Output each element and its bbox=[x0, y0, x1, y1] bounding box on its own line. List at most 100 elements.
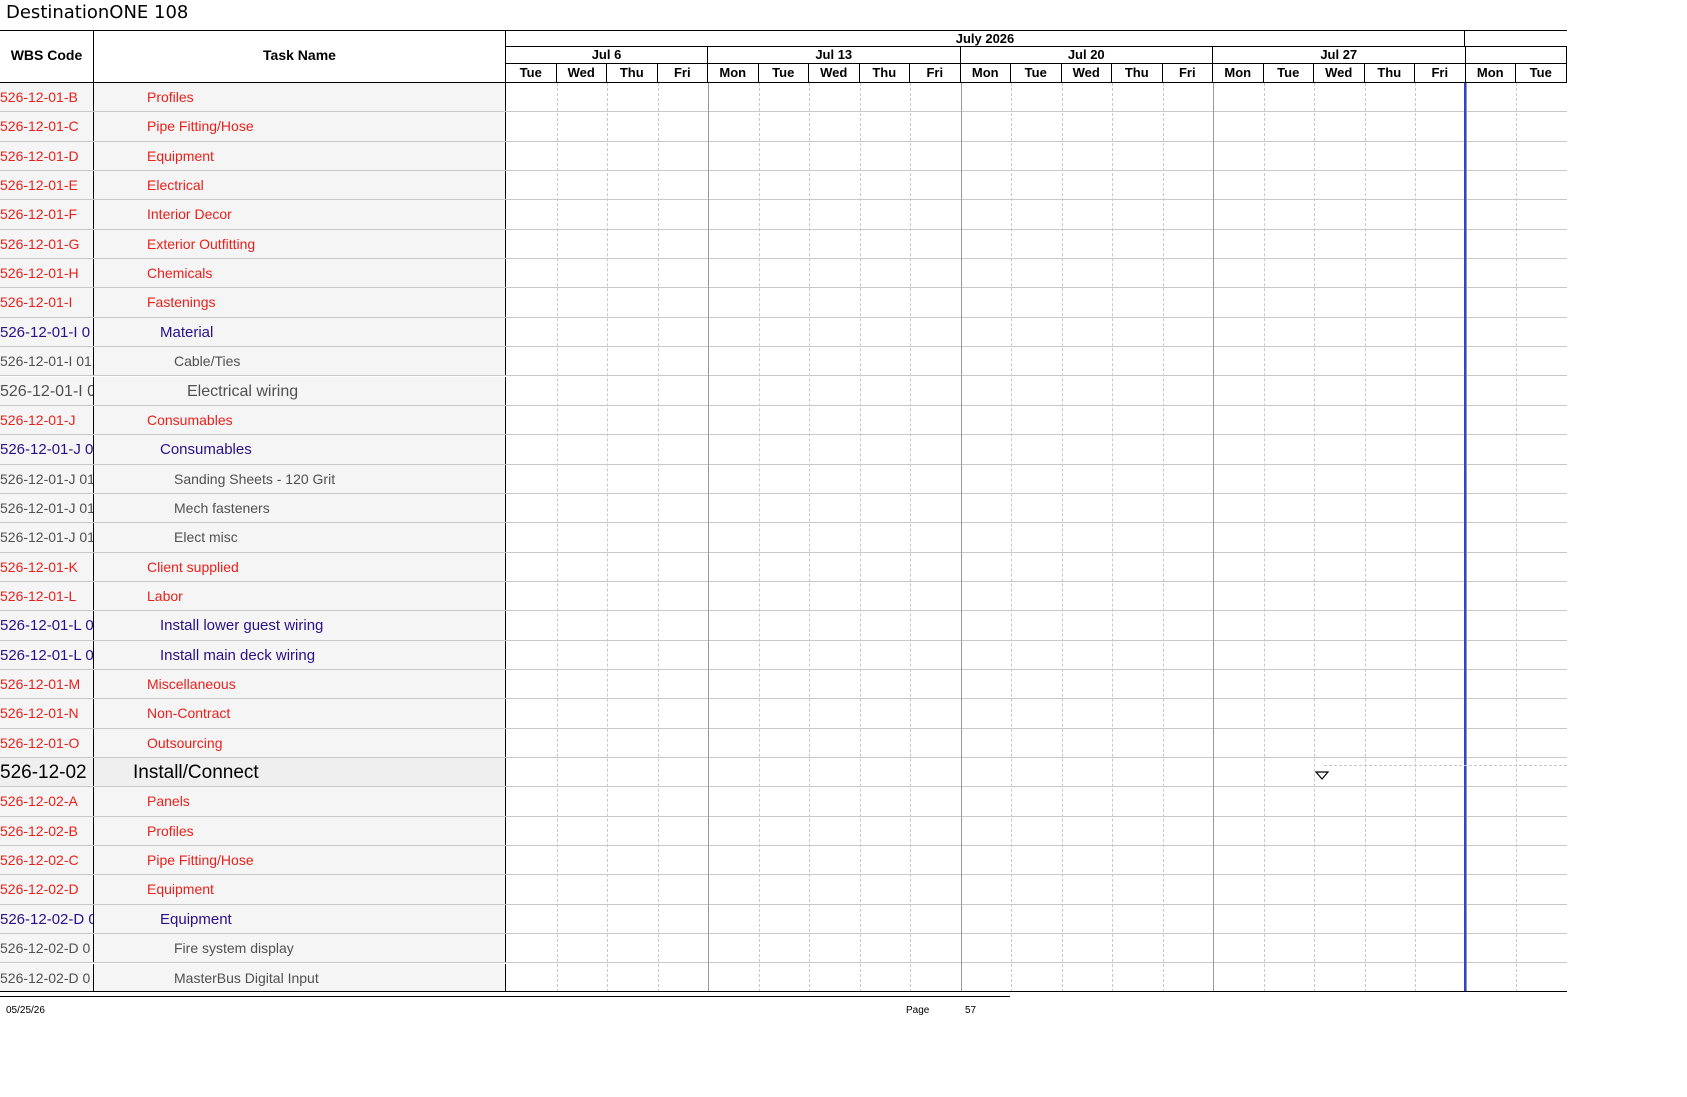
task-name-cell[interactable]: Electrical wiring bbox=[94, 376, 506, 405]
task-name-cell[interactable]: Equipment bbox=[94, 904, 506, 934]
gridline bbox=[758, 83, 760, 991]
task-name-cell[interactable]: Material bbox=[94, 317, 506, 347]
timescale-day: Fri bbox=[1415, 64, 1466, 82]
task-name-cell[interactable]: Cable/Ties bbox=[94, 347, 506, 376]
task-name-cell[interactable]: Consumables bbox=[94, 435, 506, 464]
wbs-code-cell[interactable]: 526-12-02-D 0 bbox=[0, 934, 94, 963]
task-name-cell[interactable]: Install/Connect bbox=[94, 758, 506, 787]
wbs-code-cell[interactable]: 526-12-01-J bbox=[0, 405, 94, 435]
gridline bbox=[1162, 83, 1164, 991]
gridline bbox=[1314, 83, 1315, 991]
gridline bbox=[960, 83, 962, 991]
task-name-cell[interactable]: MasterBus Digital Input bbox=[94, 963, 506, 991]
timescale-week-next bbox=[1465, 47, 1567, 64]
gantt-chart-area[interactable] bbox=[506, 83, 1567, 991]
timescale-month-row: July 2026 bbox=[506, 31, 1567, 47]
wbs-code-cell[interactable]: 526-12-01-B bbox=[0, 83, 94, 112]
gridline bbox=[1364, 83, 1366, 991]
wbs-code-cell[interactable]: 526-12-02-A bbox=[0, 787, 94, 816]
task-name-cell[interactable]: Miscellaneous bbox=[94, 670, 506, 699]
wbs-code-cell[interactable]: 526-12-01-I 0 bbox=[0, 317, 94, 347]
task-name-cell[interactable]: Pipe Fitting/Hose bbox=[94, 846, 506, 875]
timescale-day: Tue bbox=[759, 64, 809, 82]
timescale-day: Tue bbox=[1264, 64, 1314, 82]
timescale-day: Tue bbox=[1516, 64, 1567, 82]
timescale-day: Wed bbox=[557, 64, 607, 82]
document-title: DestinationONE 108 bbox=[6, 2, 189, 23]
wbs-code-cell[interactable]: 526-12-01-E bbox=[0, 171, 94, 200]
wbs-code-cell[interactable]: 526-12-02-D 0 bbox=[0, 963, 94, 991]
task-name-cell[interactable]: Fastenings bbox=[94, 288, 506, 317]
wbs-column-header[interactable]: WBS Code bbox=[0, 31, 94, 82]
gridline bbox=[859, 83, 861, 991]
timescale-day: Mon bbox=[1213, 64, 1264, 82]
gridline bbox=[910, 83, 911, 991]
task-name-cell[interactable]: Install main deck wiring bbox=[94, 640, 506, 669]
wbs-code-cell[interactable]: 526-12-01-I 0 bbox=[0, 376, 94, 405]
task-name-cell[interactable]: Panels bbox=[94, 787, 506, 816]
wbs-code-cell[interactable]: 526-12-01-G bbox=[0, 229, 94, 259]
wbs-code-cell[interactable]: 526-12-02-B bbox=[0, 816, 94, 846]
summary-start-marker-icon[interactable] bbox=[1315, 771, 1329, 781]
task-name-cell[interactable]: Interior Decor bbox=[94, 200, 506, 229]
task-name-cell[interactable]: Install lower guest wiring bbox=[94, 611, 506, 640]
wbs-code-cell[interactable]: 526-12-01-I 01 bbox=[0, 347, 94, 376]
footer-date: 05/25/26 bbox=[6, 1005, 45, 1016]
wbs-code-cell[interactable]: 526-12-01-J 01 bbox=[0, 523, 94, 552]
gridline bbox=[708, 83, 709, 991]
task-name-cell[interactable]: Exterior Outfitting bbox=[94, 229, 506, 259]
timescale-week: Jul 6 bbox=[506, 47, 708, 64]
wbs-code-cell[interactable]: 526-12-01-I bbox=[0, 288, 94, 317]
gridline bbox=[556, 83, 558, 991]
gridline bbox=[1263, 83, 1265, 991]
wbs-code-cell[interactable]: 526-12-02-D bbox=[0, 875, 94, 904]
wbs-code-cell[interactable]: 526-12-01-C bbox=[0, 112, 94, 141]
wbs-code-cell[interactable]: 526-12-01-J 0 bbox=[0, 435, 94, 464]
wbs-code-cell[interactable]: 526-12-01-F bbox=[0, 200, 94, 229]
wbs-code-cell[interactable]: 526-12-02-C bbox=[0, 846, 94, 875]
task-name-cell[interactable]: Outsourcing bbox=[94, 728, 506, 758]
task-name-cell[interactable]: Client supplied bbox=[94, 552, 506, 581]
wbs-code-cell[interactable]: 526-12-01-K bbox=[0, 552, 94, 581]
wbs-code-cell[interactable]: 526-12-01-M bbox=[0, 670, 94, 699]
wbs-code-cell[interactable]: 526-12-02 bbox=[0, 758, 94, 787]
timescale-day: Wed bbox=[809, 64, 860, 82]
timescale-day: Thu bbox=[860, 64, 910, 82]
task-name-cell[interactable]: Mech fasteners bbox=[94, 493, 506, 523]
gantt-grid: WBS Code Task Name July 2026 Jul 6 Jul 13… bbox=[0, 30, 1567, 992]
wbs-code-cell[interactable]: 526-12-01-N bbox=[0, 699, 94, 728]
timescale-day: Fri bbox=[910, 64, 961, 82]
task-name-cell[interactable]: Profiles bbox=[94, 83, 506, 112]
task-name-column-header[interactable]: Task Name bbox=[94, 31, 506, 82]
task-name-cell[interactable]: Pipe Fitting/Hose bbox=[94, 112, 506, 141]
wbs-code-cell[interactable]: 526-12-01-L 0 bbox=[0, 611, 94, 640]
gridline bbox=[1061, 83, 1063, 991]
task-name-cell[interactable]: Profiles bbox=[94, 816, 506, 846]
wbs-code-cell[interactable]: 526-12-01-L 0 bbox=[0, 640, 94, 669]
wbs-code-cell[interactable]: 526-12-01-D bbox=[0, 141, 94, 171]
task-name-cell[interactable]: Equipment bbox=[94, 875, 506, 904]
task-name-cell[interactable]: Consumables bbox=[94, 405, 506, 435]
wbs-code-cell[interactable]: 526-12-02-D 0 bbox=[0, 904, 94, 934]
task-name-cell[interactable]: Elect misc bbox=[94, 523, 506, 552]
timescale-day: Mon bbox=[961, 64, 1011, 82]
task-name-cell[interactable]: Equipment bbox=[94, 141, 506, 171]
task-name-cell[interactable]: Labor bbox=[94, 581, 506, 611]
wbs-code-cell[interactable]: 526-12-01-J 01 bbox=[0, 464, 94, 493]
timescale-day: Wed bbox=[1062, 64, 1112, 82]
task-name-cell[interactable]: Fire system display bbox=[94, 934, 506, 963]
timescale-week: Jul 27 bbox=[1213, 47, 1466, 64]
timescale-day: Wed bbox=[1314, 64, 1365, 82]
gridline bbox=[1516, 83, 1517, 991]
wbs-code-cell[interactable]: 526-12-01-H bbox=[0, 259, 94, 288]
timescale-day: Fri bbox=[1163, 64, 1213, 82]
gridline bbox=[1213, 83, 1214, 991]
task-name-cell[interactable]: Non-Contract bbox=[94, 699, 506, 728]
wbs-code-cell[interactable]: 526-12-01-O bbox=[0, 728, 94, 758]
task-name-cell[interactable]: Chemicals bbox=[94, 259, 506, 288]
wbs-code-cell[interactable]: 526-12-01-L bbox=[0, 581, 94, 611]
task-name-cell[interactable]: Electrical bbox=[94, 171, 506, 200]
wbs-code-cell[interactable]: 526-12-01-J 01 bbox=[0, 493, 94, 523]
summary-bar-dashed bbox=[1324, 765, 1567, 767]
task-name-cell[interactable]: Sanding Sheets - 120 Grit bbox=[94, 464, 506, 493]
